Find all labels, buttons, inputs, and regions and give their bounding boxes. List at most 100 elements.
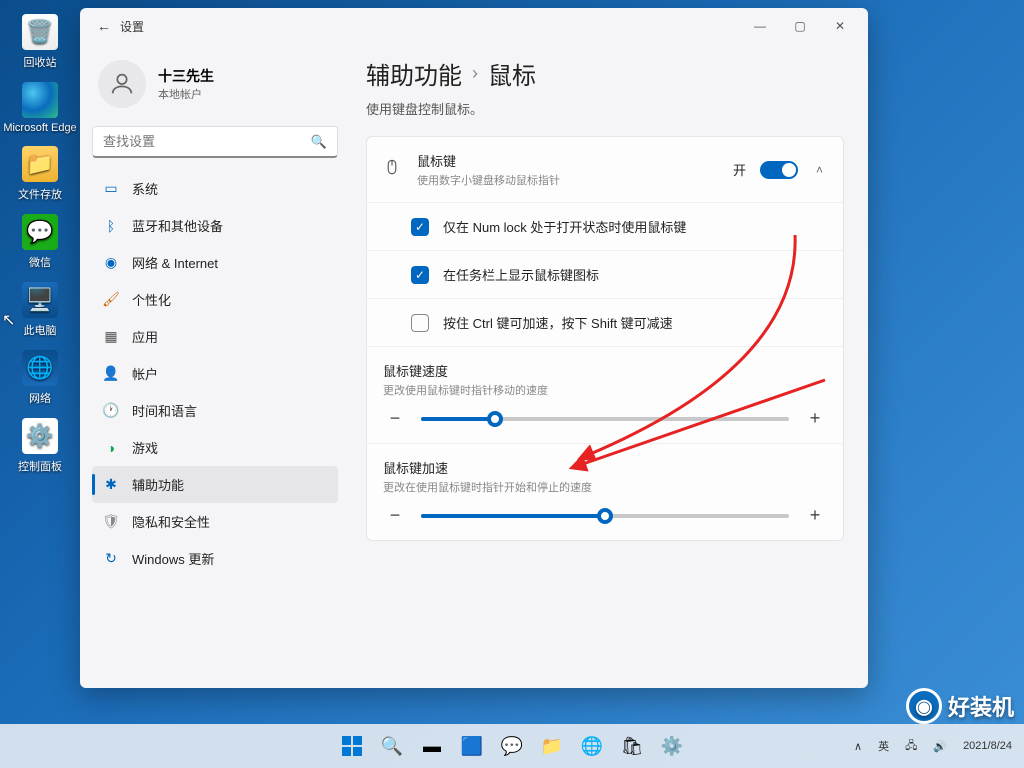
checkbox-taskbar-icon[interactable]: ✓ xyxy=(411,266,429,284)
nav-system[interactable]: ▭系统 xyxy=(92,170,338,207)
accel-slider[interactable] xyxy=(421,514,789,518)
desktop-icon-wechat[interactable]: 💬 微信 xyxy=(0,208,80,276)
sidebar: 十三先生 本地帐户 🔍 ▭系统 ᛒ蓝牙和其他设备 ◉网络 & Internet … xyxy=(80,44,350,688)
tray-date[interactable]: 2021/8/24 xyxy=(959,736,1016,756)
widgets-icon[interactable]: 🟦 xyxy=(454,728,490,764)
task-view-icon[interactable]: ▬ xyxy=(414,728,450,764)
main-content: 辅助功能 › 鼠标 使用键盘控制鼠标。 鼠标键 使用数字小键盘移动鼠标指针 开 … xyxy=(350,44,868,688)
window-title: 设置 xyxy=(120,18,144,35)
avatar xyxy=(98,60,146,108)
accel-increase-button[interactable]: + xyxy=(803,505,827,526)
taskbar-search-icon[interactable]: 🔍 xyxy=(374,728,410,764)
nav-network[interactable]: ◉网络 & Internet xyxy=(92,244,338,281)
volume-tray-icon[interactable]: 🔊 xyxy=(929,736,951,757)
desktop-icon-this-pc[interactable]: 🖥️此电脑 xyxy=(0,276,80,344)
accel-decrease-button[interactable]: − xyxy=(383,505,407,526)
nav-privacy[interactable]: 🛡隐私和安全性 xyxy=(92,503,338,540)
accel-title: 鼠标键加速 xyxy=(383,458,827,477)
settings-window: ← 设置 — ▢ ✕ 十三先生 本地帐户 🔍 ▭系统 ᛒ蓝牙和其他设备 xyxy=(80,8,868,688)
wifi-icon: ◉ xyxy=(102,254,120,272)
user-block[interactable]: 十三先生 本地帐户 xyxy=(92,52,338,126)
wechat-icon: 💬 xyxy=(22,214,58,250)
ime-indicator[interactable]: 英 xyxy=(874,734,893,758)
option-ctrl-shift[interactable]: 按住 Ctrl 键可加速，按下 Shift 键可减速 xyxy=(367,299,843,347)
nav-time-language[interactable]: 🕐时间和语言 xyxy=(92,392,338,429)
nav-accounts[interactable]: 👤帐户 xyxy=(92,355,338,392)
minimize-button[interactable]: — xyxy=(740,19,780,33)
speed-increase-button[interactable]: + xyxy=(803,408,827,429)
desktop-icon-control-panel[interactable]: ⚙️控制面板 xyxy=(0,412,80,480)
titlebar: ← 设置 — ▢ ✕ xyxy=(80,8,868,44)
update-icon: ↻ xyxy=(102,550,120,568)
breadcrumb-parent[interactable]: 辅助功能 xyxy=(366,56,462,91)
start-button[interactable] xyxy=(334,728,370,764)
maximize-button[interactable]: ▢ xyxy=(780,19,820,33)
speed-desc: 更改使用鼠标键时指针移动的速度 xyxy=(383,382,827,398)
mouse-keys-title: 鼠标键 xyxy=(417,151,719,170)
account-icon: 👤 xyxy=(102,365,120,383)
speed-slider-thumb[interactable] xyxy=(487,411,503,427)
accel-desc: 更改在使用鼠标键时指针开始和停止的速度 xyxy=(383,479,827,495)
pc-icon: 🖥️ xyxy=(22,282,58,318)
desktop-label: 网络 xyxy=(29,390,51,406)
edge-icon xyxy=(22,82,58,118)
accel-slider-thumb[interactable] xyxy=(597,508,613,524)
desktop-icon-folder[interactable]: 📁 文件存放 xyxy=(0,140,80,208)
checkbox-numlock[interactable]: ✓ xyxy=(411,218,429,236)
tray-overflow[interactable]: ∧ xyxy=(850,736,866,757)
chat-icon[interactable]: 💬 xyxy=(494,728,530,764)
nav-bluetooth[interactable]: ᛒ蓝牙和其他设备 xyxy=(92,207,338,244)
chevron-right-icon: › xyxy=(472,63,478,84)
search-box[interactable]: 🔍 xyxy=(92,126,338,158)
network-tray-icon[interactable]: 🖧 xyxy=(901,733,921,760)
nav-accessibility[interactable]: ✱辅助功能 xyxy=(92,466,338,503)
watermark-text: 好装机 xyxy=(948,690,1014,722)
user-account-type: 本地帐户 xyxy=(158,86,214,102)
option-numlock[interactable]: ✓ 仅在 Num lock 处于打开状态时使用鼠标键 xyxy=(367,203,843,251)
accel-slider-row: 鼠标键加速 更改在使用鼠标键时指针开始和停止的速度 − + xyxy=(367,444,843,540)
accessibility-icon: ✱ xyxy=(102,476,120,494)
back-button[interactable]: ← xyxy=(88,18,120,34)
nav-apps[interactable]: ▦应用 xyxy=(92,318,338,355)
mouse-keys-toggle[interactable] xyxy=(760,161,798,179)
nav-windows-update[interactable]: ↻Windows 更新 xyxy=(92,540,338,577)
desktop-label: 微信 xyxy=(29,254,51,270)
system-icon: ▭ xyxy=(102,180,120,198)
nav-gaming[interactable]: ◑游戏 xyxy=(92,429,338,466)
mouse-icon xyxy=(383,158,403,181)
search-input[interactable] xyxy=(103,134,311,149)
shield-icon: 🛡 xyxy=(102,513,120,531)
breadcrumb-current: 鼠标 xyxy=(488,56,536,91)
speed-title: 鼠标键速度 xyxy=(383,361,827,380)
close-button[interactable]: ✕ xyxy=(820,19,860,33)
edge-taskbar-icon[interactable]: 🌐 xyxy=(574,728,610,764)
desktop-label: Microsoft Edge xyxy=(3,122,76,134)
recycle-bin-icon: 🗑️ xyxy=(22,14,58,50)
desktop-label: 文件存放 xyxy=(18,186,62,202)
file-explorer-icon[interactable]: 📁 xyxy=(534,728,570,764)
desktop-icon-network[interactable]: 🌐网络 xyxy=(0,344,80,412)
settings-taskbar-icon[interactable]: ⚙️ xyxy=(654,728,690,764)
speed-slider[interactable] xyxy=(421,417,789,421)
chevron-up-icon[interactable]: ˄ xyxy=(812,159,827,181)
breadcrumb: 辅助功能 › 鼠标 xyxy=(366,56,844,91)
desktop-icon-edge[interactable]: Microsoft Edge xyxy=(0,76,80,140)
mouse-keys-desc: 使用数字小键盘移动鼠标指针 xyxy=(417,172,719,188)
speed-decrease-button[interactable]: − xyxy=(383,408,407,429)
option-taskbar-icon[interactable]: ✓ 在任务栏上显示鼠标键图标 xyxy=(367,251,843,299)
desktop-icon-recycle-bin[interactable]: 🗑️ 回收站 xyxy=(0,8,80,76)
nav-personalization[interactable]: 🖌个性化 xyxy=(92,281,338,318)
desktop-label: 控制面板 xyxy=(18,458,62,474)
page-subtitle: 使用键盘控制鼠标。 xyxy=(366,99,844,118)
desktop-icons: 🗑️ 回收站 Microsoft Edge 📁 文件存放 💬 微信 🖥️此电脑 🌐网络… xyxy=(0,0,80,480)
mouse-keys-group: 鼠标键 使用数字小键盘移动鼠标指针 开 ˄ ✓ 仅在 Num lock 处于打开… xyxy=(366,136,844,541)
folder-icon: 📁 xyxy=(22,146,58,182)
checkbox-ctrl-shift[interactable] xyxy=(411,314,429,332)
desktop-label: 回收站 xyxy=(24,54,57,70)
user-name: 十三先生 xyxy=(158,66,214,86)
mouse-keys-header: 鼠标键 使用数字小键盘移动鼠标指针 开 ˄ xyxy=(367,137,843,203)
store-icon[interactable]: 🛍 xyxy=(614,728,650,764)
search-icon: 🔍 xyxy=(311,134,327,150)
gaming-icon: ◑ xyxy=(102,439,120,457)
toggle-state-label: 开 xyxy=(733,160,746,179)
